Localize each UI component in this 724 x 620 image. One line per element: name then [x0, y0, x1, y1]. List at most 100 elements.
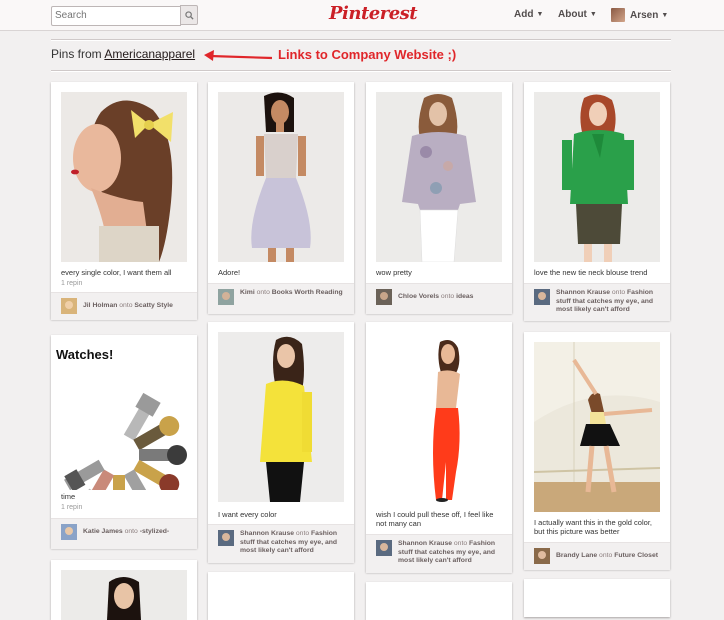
pin-description: love the new tie neck blouse trend [534, 268, 648, 277]
pin-attribution: Brandy Lane onto Future Closet [524, 542, 670, 570]
pin-attribution: Kimi onto Books Worth Reading [208, 283, 354, 314]
pinner-name[interactable]: Brandy Lane [556, 552, 597, 559]
search-box [51, 5, 198, 26]
pin-image[interactable] [534, 342, 660, 512]
board-name[interactable]: Future Closet [614, 552, 658, 559]
board-source-heading: Pins from Americanapparel [51, 47, 195, 61]
pin-card[interactable]: I actually want this in the gold color, … [524, 332, 670, 570]
pin-description: I actually want this in the gold color, … [534, 518, 652, 536]
divider [51, 39, 671, 41]
chevron-down-icon: ▼ [589, 11, 597, 18]
annotation-arrow-icon [204, 50, 273, 61]
pin-description: wish I could pull these off, I feel like… [376, 510, 494, 528]
repin-count[interactable]: 1 repin [61, 280, 82, 287]
pin-card[interactable] [366, 582, 512, 620]
board-name[interactable]: -stylized- [140, 528, 169, 535]
pin-card[interactable] [51, 560, 197, 620]
repin-count[interactable]: 1 repin [61, 504, 82, 511]
search-button[interactable] [180, 5, 198, 25]
user-avatar[interactable] [376, 540, 392, 556]
board-name[interactable]: Books Worth Reading [272, 289, 343, 296]
pin-description: I want every color [218, 510, 277, 519]
pin-image[interactable] [61, 570, 187, 620]
user-avatar[interactable] [376, 289, 392, 305]
pin-attribution: Chloe Vorels onto ideas [366, 283, 512, 314]
pin-image-caption: Watches! [56, 347, 114, 362]
user-menu[interactable]: Arsen ▼ [611, 8, 668, 22]
pin-card[interactable]: wish I could pull these off, I feel like… [366, 322, 512, 573]
pin-description: time [61, 492, 76, 501]
user-avatar[interactable] [218, 530, 234, 546]
user-menu-label: Arsen [630, 9, 659, 21]
pin-description: wow pretty [376, 268, 412, 277]
pinner-name[interactable]: Shannon Krause [556, 289, 610, 296]
add-menu[interactable]: Add ▼ [514, 9, 543, 20]
source-website-link[interactable]: Americanapparel [104, 47, 195, 61]
user-avatar[interactable] [218, 289, 234, 305]
attribution-text: Chloe Vorels onto ideas [398, 293, 506, 302]
pin-card[interactable]: wow pretty Chloe Vorels onto ideas [366, 82, 512, 314]
pin-image[interactable] [218, 332, 344, 502]
onto-text: onto [610, 289, 628, 296]
pinner-name[interactable]: Shannon Krause [398, 540, 452, 547]
pins-from-prefix: Pins from [51, 47, 105, 61]
pin-image[interactable] [61, 345, 187, 490]
pin-card[interactable] [208, 572, 354, 620]
user-avatar[interactable] [534, 548, 550, 564]
attribution-text: Jil Holman onto Scatty Style [83, 302, 191, 311]
pin-image[interactable] [376, 92, 502, 262]
pin-image[interactable] [376, 332, 502, 502]
pin-image[interactable] [534, 92, 660, 262]
pinterest-logo[interactable]: Pinterest [329, 3, 418, 24]
attribution-text: Kimi onto Books Worth Reading [240, 289, 348, 298]
search-input[interactable] [51, 5, 181, 26]
attribution-text: Katie James onto -stylized- [83, 528, 191, 537]
onto-text: onto [597, 552, 615, 559]
attribution-text: Shannon Krause onto Fashion stuff that c… [240, 530, 348, 556]
onto-text: onto [452, 540, 470, 547]
pin-description: every single color, I want them all [61, 268, 172, 277]
pin-card[interactable]: Watches! time 1 repin Katie James onto -… [51, 335, 197, 549]
top-navigation-bar: Pinterest Add ▼ About ▼ Arsen ▼ [0, 0, 724, 31]
user-avatar[interactable] [61, 298, 77, 314]
user-avatar[interactable] [61, 524, 77, 540]
search-icon [184, 10, 194, 20]
onto-text: onto [439, 293, 457, 300]
onto-text: onto [294, 530, 312, 537]
pinner-name[interactable]: Katie James [83, 528, 123, 535]
onto-text: onto [122, 528, 140, 535]
pin-image[interactable] [218, 92, 344, 262]
chevron-down-icon: ▼ [661, 11, 669, 19]
user-avatar [611, 8, 625, 22]
pin-attribution: Shannon Krause onto Fashion stuff that c… [524, 283, 670, 321]
attribution-text: Shannon Krause onto Fashion stuff that c… [398, 540, 506, 566]
pin-card[interactable]: every single color, I want them all 1 re… [51, 82, 197, 320]
pin-description: Adore! [218, 268, 241, 277]
board-name[interactable]: ideas [456, 293, 473, 300]
onto-text: onto [254, 289, 272, 296]
onto-text: onto [117, 302, 135, 309]
pin-attribution: Katie James onto -stylized- [51, 518, 197, 549]
user-avatar[interactable] [534, 289, 550, 305]
board-name[interactable]: Scatty Style [134, 302, 173, 309]
attribution-text: Brandy Lane onto Future Closet [556, 552, 664, 561]
pin-image[interactable] [61, 92, 187, 262]
pin-card[interactable] [524, 579, 670, 617]
annotation-label: Links to Company Website ;) [278, 47, 457, 62]
pinner-name[interactable]: Jil Holman [83, 302, 117, 309]
pin-attribution: Shannon Krause onto Fashion stuff that c… [366, 534, 512, 573]
about-menu[interactable]: About ▼ [558, 9, 597, 20]
pin-attribution: Jil Holman onto Scatty Style [51, 292, 197, 320]
pin-attribution: Shannon Krause onto Fashion stuff that c… [208, 524, 354, 563]
pinner-name[interactable]: Kimi [240, 289, 255, 296]
pin-card[interactable]: Adore! Kimi onto Books Worth Reading [208, 82, 354, 314]
about-menu-label: About [558, 9, 587, 20]
pin-card[interactable]: love the new tie neck blouse trend Shann… [524, 82, 670, 321]
pinner-name[interactable]: Chloe Vorels [398, 293, 439, 300]
pin-card[interactable]: I want every color Shannon Krause onto F… [208, 322, 354, 563]
attribution-text: Shannon Krause onto Fashion stuff that c… [556, 289, 664, 315]
pinner-name[interactable]: Shannon Krause [240, 530, 294, 537]
chevron-down-icon: ▼ [536, 11, 544, 18]
divider [51, 70, 671, 72]
add-menu-label: Add [514, 9, 534, 20]
